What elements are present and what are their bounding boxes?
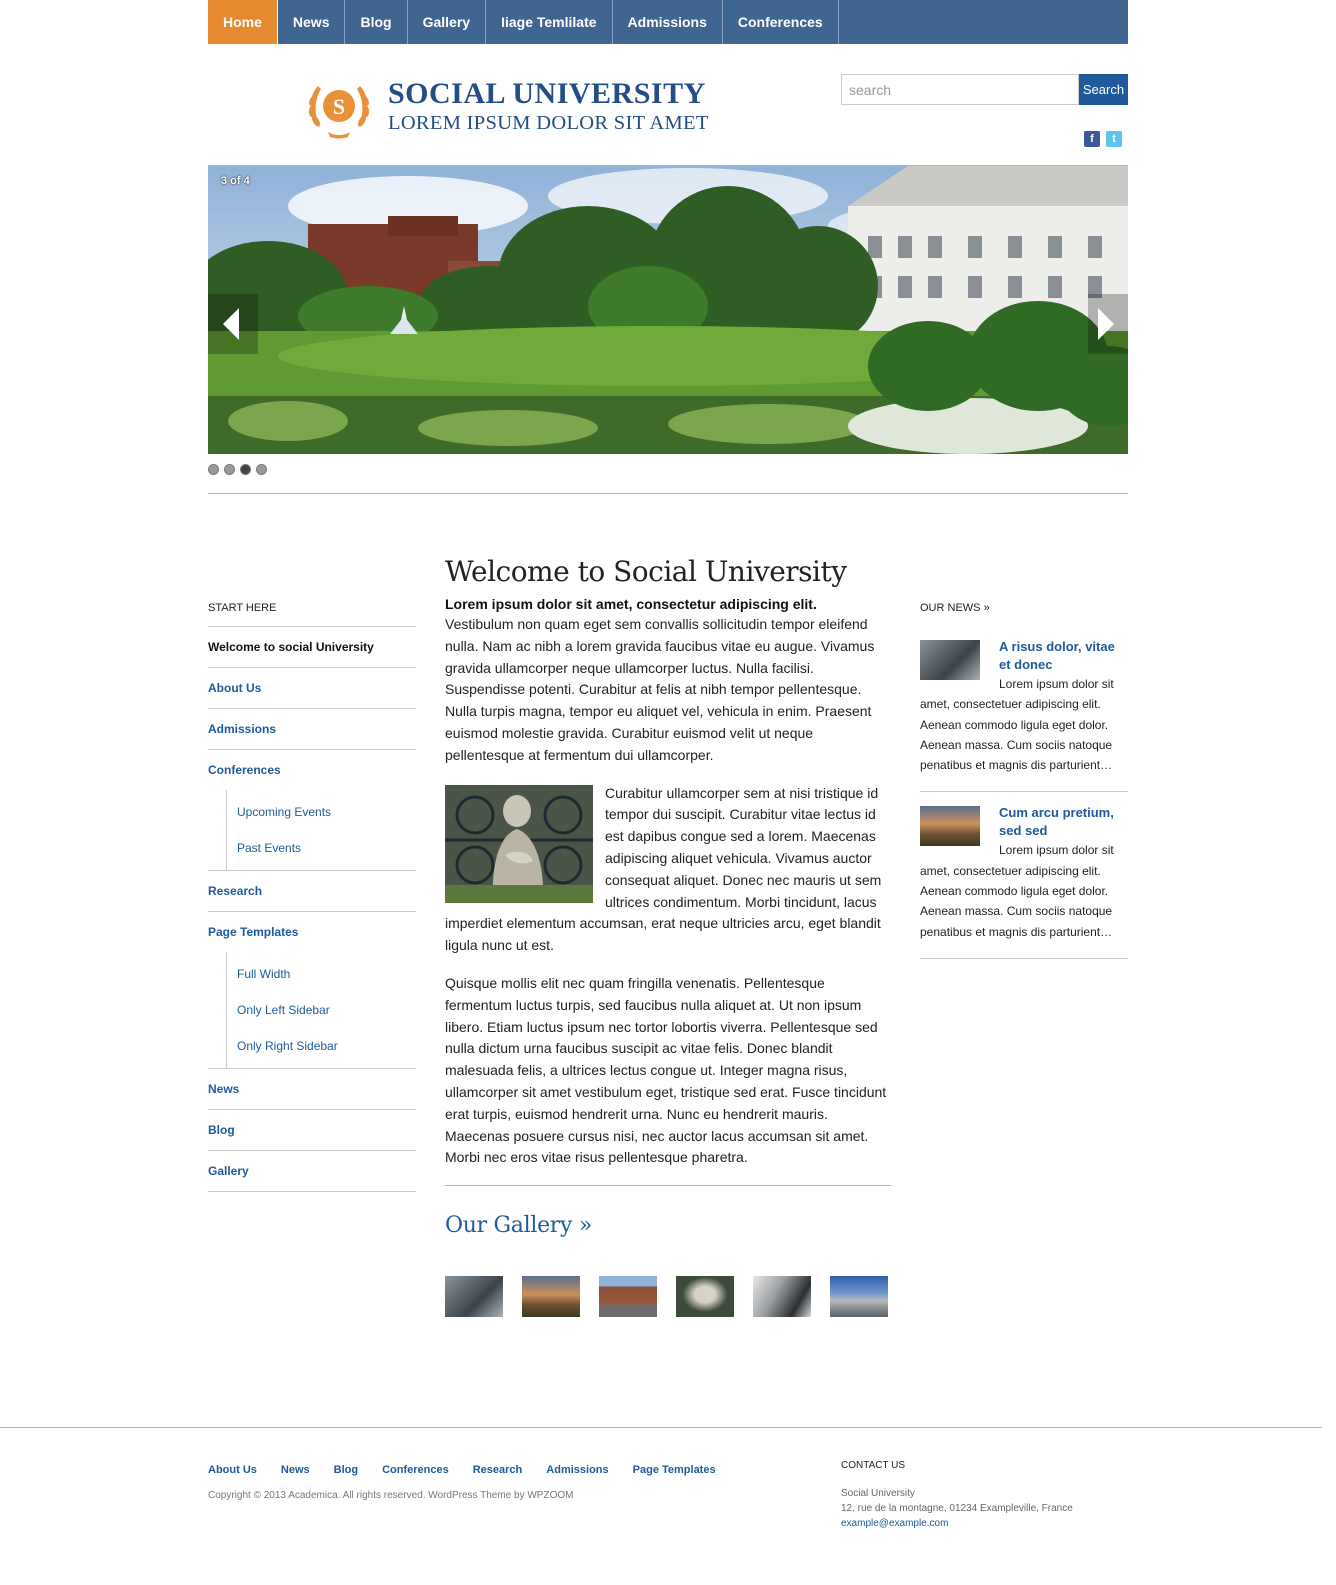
contact-name: Social University — [841, 1488, 915, 1499]
slider-dot[interactable] — [224, 464, 235, 475]
contact-title: CONTACT US — [841, 1460, 906, 1471]
footer-link-about[interactable]: About Us — [208, 1464, 257, 1476]
gallery-thumbnails — [445, 1276, 891, 1318]
news-excerpt: Lorem ipsum dolor sit amet, consectetuer… — [920, 843, 1114, 939]
sidebar-item-conferences[interactable]: Conferences — [208, 750, 416, 790]
sidebar-item-admissions[interactable]: Admissions — [208, 709, 416, 750]
twitter-icon[interactable]: t — [1106, 131, 1122, 147]
contact-address: 12, rue de la montagne, 01234 Examplevil… — [841, 1503, 1073, 1514]
nav-news[interactable]: News — [278, 0, 346, 44]
contact-email-link[interactable]: example@example.com — [841, 1518, 948, 1529]
top-navigation: Home News Blog Gallery Iiage Temlilate A… — [208, 0, 1128, 44]
footer: About Us News Blog Conferences Research … — [208, 1455, 1128, 1529]
slider-prev-arrow-icon[interactable] — [208, 294, 258, 354]
slider-dot[interactable] — [208, 464, 219, 475]
gallery-thumb-building[interactable] — [599, 1276, 657, 1318]
sidebar-item-welcome[interactable]: Welcome to social University — [208, 627, 416, 668]
sidebar-item-about[interactable]: About Us — [208, 668, 416, 709]
news-widget-title[interactable]: OUR NEWS » — [920, 602, 1128, 626]
page: Home News Blog Gallery Iiage Temlilate A… — [208, 0, 1128, 1424]
footer-link-admissions[interactable]: Admissions — [546, 1464, 608, 1476]
slider-pagination — [208, 454, 1128, 494]
sidebar-submenu: Upcoming Events Past Events — [226, 790, 416, 870]
news-item: A risus dolor, vitae et donec Lorem ipsu… — [920, 626, 1128, 793]
search-form: Search — [841, 74, 1128, 105]
double-chevron-right-icon: » — [983, 602, 990, 614]
sidebar-title: START HERE — [208, 602, 416, 627]
sidebar-item-past-events[interactable]: Past Events — [227, 830, 416, 866]
slider-dot[interactable] — [256, 464, 267, 475]
sidebar-item-page-templates[interactable]: Page Templates — [208, 912, 416, 952]
nav-conferences[interactable]: Conferences — [723, 0, 839, 44]
sidebar-item-blog[interactable]: Blog — [208, 1110, 416, 1151]
paragraph-1: Vestibulum non quam eget sem convallis s… — [445, 616, 875, 763]
sidebar-item-gallery[interactable]: Gallery — [208, 1151, 416, 1192]
sidebar-item-upcoming-events[interactable]: Upcoming Events — [227, 794, 416, 830]
site-title: SOCIAL UNIVERSITY — [388, 77, 706, 110]
footer-link-blog[interactable]: Blog — [334, 1464, 358, 1476]
news-thumb-bikes[interactable] — [920, 640, 980, 680]
news-item: Cum arcu pretium, sed sed Lorem ipsum do… — [920, 792, 1128, 959]
search-input[interactable] — [841, 74, 1079, 105]
gallery-thumb-interior[interactable] — [753, 1276, 811, 1318]
facebook-icon[interactable]: f — [1084, 131, 1100, 147]
svg-text:S: S — [333, 94, 345, 119]
news-thumb-landscape[interactable] — [920, 806, 980, 847]
page-title: Welcome to Social University — [445, 555, 847, 588]
main-content: Welcome to Social University Lorem ipsum… — [445, 554, 891, 1318]
right-sidebar: OUR NEWS » A risus dolor, vitae et donec… — [920, 602, 1128, 959]
lead-text: Lorem ipsum dolor sit amet, consectetur … — [445, 596, 817, 612]
campus-slide-image — [208, 166, 1128, 454]
footer-divider — [0, 1427, 1322, 1428]
site-tagline: LOREM IPSUM DOLOR SIT AMET — [388, 112, 709, 134]
slide-counter: 3 of 4 — [221, 175, 250, 187]
sidebar-item-only-left-sidebar[interactable]: Only Left Sidebar — [227, 992, 416, 1028]
main-area: START HERE Welcome to social University … — [208, 494, 1128, 1424]
sidebar-item-full-width[interactable]: Full Width — [227, 956, 416, 992]
sidebar-submenu: Full Width Only Left Sidebar Only Right … — [226, 952, 416, 1068]
slider-next-arrow-icon[interactable] — [1088, 294, 1128, 354]
paragraph-3: Quisque mollis elit nec quam fringilla v… — [445, 973, 891, 1187]
slider-dot-active[interactable] — [240, 464, 251, 475]
sidebar-item-only-right-sidebar[interactable]: Only Right Sidebar — [227, 1028, 416, 1064]
nav-admissions[interactable]: Admissions — [613, 0, 723, 44]
laurel-logo-icon: S — [308, 86, 370, 139]
contact-block: CONTACT US Social University 12, rue de … — [841, 1458, 1073, 1531]
footer-link-news[interactable]: News — [281, 1464, 310, 1476]
left-sidebar: START HERE Welcome to social University … — [208, 602, 416, 1192]
image-slider: 3 of 4 — [208, 165, 1128, 454]
footer-link-research[interactable]: Research — [473, 1464, 523, 1476]
gallery-thumb-landscape[interactable] — [522, 1276, 580, 1318]
site-logo[interactable]: S SOCIAL UNIVERSITY LOREM IPSUM DOLOR SI… — [304, 74, 709, 140]
news-excerpt: Lorem ipsum dolor sit amet, consectetuer… — [920, 677, 1114, 773]
nav-gallery[interactable]: Gallery — [408, 0, 487, 44]
statue-image — [445, 784, 593, 903]
header: S SOCIAL UNIVERSITY LOREM IPSUM DOLOR SI… — [208, 44, 1128, 165]
gallery-thumb-city[interactable] — [830, 1276, 888, 1318]
social-links: f t — [1084, 131, 1122, 147]
footer-link-conferences[interactable]: Conferences — [382, 1464, 449, 1476]
gallery-heading-link[interactable]: Our Gallery » — [445, 1213, 891, 1238]
gallery-thumb-bikes[interactable] — [445, 1276, 503, 1318]
sidebar-item-news[interactable]: News — [208, 1069, 416, 1110]
nav-image-template[interactable]: Iiage Temlilate — [486, 0, 613, 44]
nav-blog[interactable]: Blog — [345, 0, 408, 44]
sidebar-item-research[interactable]: Research — [208, 871, 416, 912]
nav-home[interactable]: Home — [208, 0, 278, 44]
footer-link-page-templates[interactable]: Page Templates — [633, 1464, 716, 1476]
gallery-thumb-statue[interactable] — [676, 1276, 734, 1318]
search-button[interactable]: Search — [1079, 74, 1128, 105]
